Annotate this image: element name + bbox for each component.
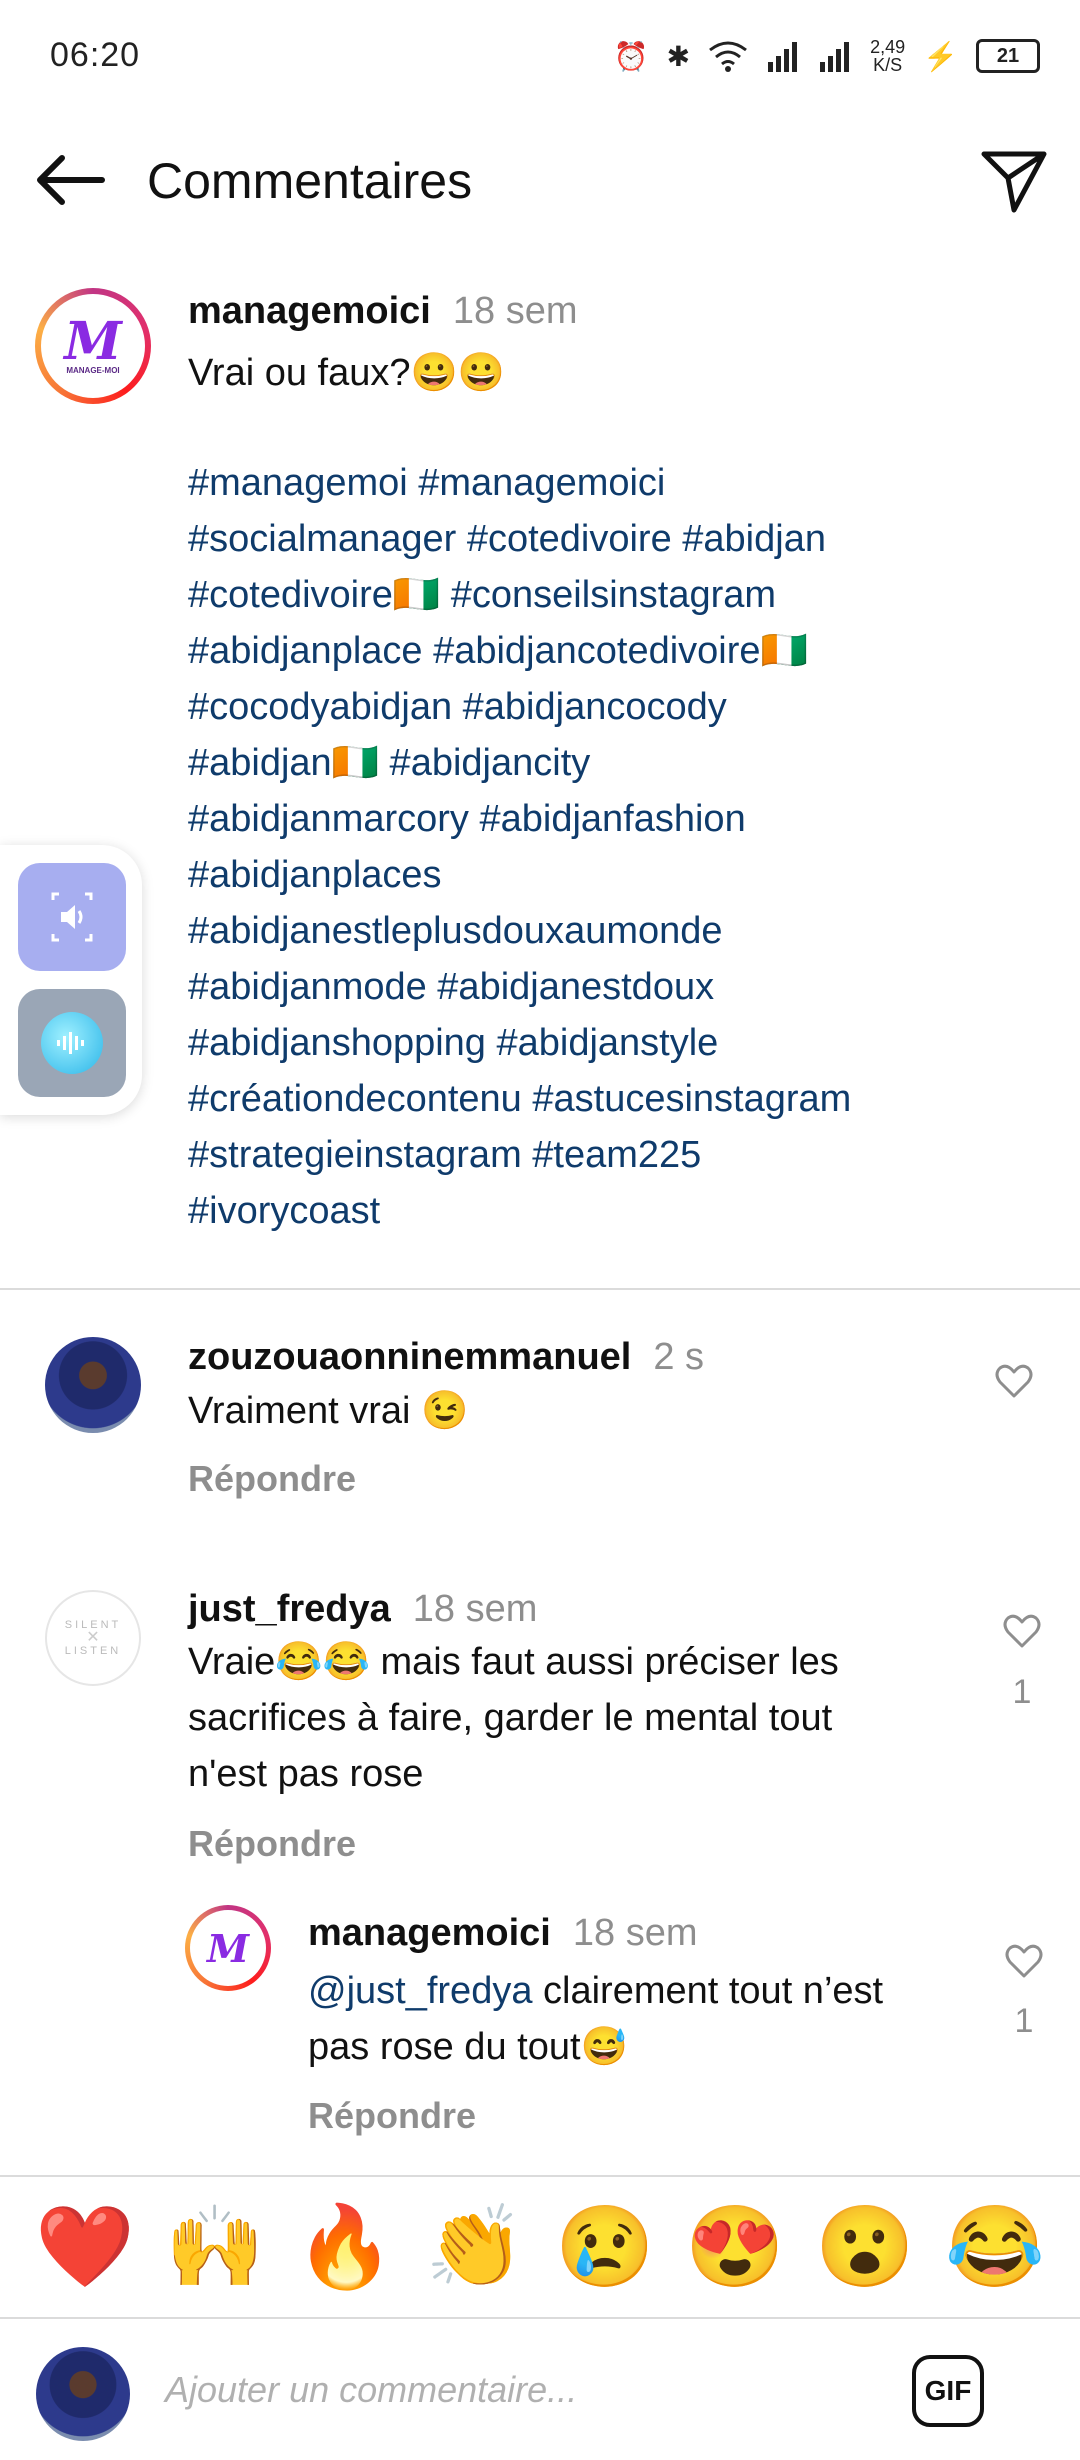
- fire-emoji[interactable]: 🔥: [295, 2207, 395, 2287]
- page-title: Commentaires: [147, 153, 473, 209]
- crying-face-emoji[interactable]: 😢: [555, 2207, 655, 2287]
- heart-eyes-emoji[interactable]: 😍: [685, 2207, 785, 2287]
- logo-text: MANAGE-MOI: [66, 365, 120, 375]
- red-heart-emoji[interactable]: ❤️: [35, 2207, 135, 2287]
- user-avatar: [36, 2347, 130, 2441]
- heart-icon[interactable]: [1004, 1942, 1044, 1982]
- comment-input-bar: Ajouter un commentaire... GIF: [0, 2317, 1080, 2460]
- hashtag-line[interactable]: #cocodyabidjan #abidjancocody: [188, 679, 851, 735]
- hashtag-line[interactable]: #abidjanestleplusdouxaumonde: [188, 903, 851, 959]
- hashtag-line[interactable]: #socialmanager #cotedivoire #abidjan: [188, 511, 851, 567]
- charging-icon: ⚡: [923, 40, 958, 72]
- back-arrow-icon[interactable]: [34, 150, 106, 210]
- commenter-avatar[interactable]: [45, 1337, 141, 1433]
- reply-line: pas rose du tout😅: [308, 2026, 628, 2068]
- hashtag-line[interactable]: #managemoi #managemoici: [188, 455, 851, 511]
- reply-header: managemoici 18 sem: [308, 1912, 698, 1955]
- like-count: 1: [1012, 1673, 1032, 1711]
- reply-button[interactable]: Répondre: [308, 2095, 476, 2137]
- post-hashtags[interactable]: #managemoi #managemoici #socialmanager #c…: [188, 455, 851, 1239]
- like-count: 1: [1014, 2002, 1034, 2040]
- speaker-icon: [51, 892, 93, 942]
- comment-text: Vraiment vrai 😉: [188, 1390, 469, 1432]
- alarm-icon: ⏰: [613, 40, 649, 72]
- comment-text: Vraie😂😂 mais faut aussi préciser les sac…: [188, 1634, 839, 1802]
- post-author-avatar[interactable]: M MANAGE-MOI: [35, 288, 151, 404]
- x-icon: ✕: [86, 1629, 100, 1646]
- floating-widget: [0, 845, 142, 1115]
- signal-icon-1: [768, 42, 798, 72]
- hashtag-line[interactable]: #abidjanshopping #abidjanstyle: [188, 1015, 851, 1071]
- comment-line: n'est pas rose: [188, 1753, 424, 1795]
- comment-header: just_fredya 18 sem: [188, 1588, 537, 1631]
- comment-username[interactable]: just_fredya: [188, 1588, 391, 1630]
- sound-button[interactable]: [18, 863, 126, 971]
- reply-line: clairement tout n’est: [532, 1970, 884, 2012]
- reply-author-avatar[interactable]: M: [185, 1905, 271, 1991]
- avatar-text-bottom: LISTEN: [64, 1645, 122, 1657]
- surprised-face-emoji[interactable]: 😮: [815, 2207, 915, 2287]
- network-speed: 2,49 K/S: [870, 37, 906, 75]
- comment-time: 18 sem: [412, 1588, 538, 1630]
- signal-icon-2: [820, 42, 850, 72]
- emoji-quick-bar: ❤️ 🙌 🔥 👏 😢 😍 😮 😂: [0, 2175, 1080, 2317]
- reply-text: @just_fredya clairement tout n’est pas r…: [308, 1963, 883, 2075]
- mention-link[interactable]: @just_fredya: [308, 1970, 532, 2012]
- tears-of-joy-emoji[interactable]: 😂: [945, 2207, 1045, 2287]
- logo-m-icon: M: [64, 310, 122, 372]
- hashtag-line[interactable]: #ivorycoast: [188, 1183, 851, 1239]
- reply-button[interactable]: Répondre: [188, 1458, 356, 1500]
- logo-m-icon: M: [206, 1925, 250, 1971]
- post-header: managemoici 18 sem: [188, 290, 578, 333]
- header: Commentaires: [0, 130, 1080, 230]
- comment-header: zouzouaonninemmanuel 2 s: [188, 1336, 704, 1379]
- hashtag-line[interactable]: #cotedivoire🇨🇮 #conseilsinstagram: [188, 567, 851, 623]
- status-time: 06:20: [50, 36, 141, 74]
- heart-icon[interactable]: [1002, 1612, 1042, 1652]
- clapping-hands-emoji[interactable]: 👏: [425, 2207, 525, 2287]
- commenter-avatar[interactable]: SILENT ✕ LISTEN: [45, 1590, 141, 1686]
- send-icon[interactable]: [978, 144, 1050, 216]
- heart-icon[interactable]: [994, 1362, 1034, 1402]
- post-time: 18 sem: [452, 290, 578, 332]
- reply-time: 18 sem: [572, 1912, 698, 1954]
- post-username[interactable]: managemoici: [188, 290, 431, 332]
- hashtag-line[interactable]: #abidjan🇨🇮 #abidjancity: [188, 735, 851, 791]
- voice-wave-icon: [41, 1012, 103, 1074]
- hashtag-line[interactable]: #strategieinstagram #team225: [188, 1127, 851, 1183]
- post-caption: Vrai ou faux?😀😀: [188, 352, 506, 394]
- battery-icon: 21: [976, 39, 1040, 73]
- hashtag-line[interactable]: #abidjanmarcory #abidjanfashion: [188, 791, 851, 847]
- bluetooth-icon: ✱: [666, 40, 691, 72]
- gif-button[interactable]: GIF: [912, 2355, 984, 2427]
- hashtag-line[interactable]: #abidjanmode #abidjanestdoux: [188, 959, 851, 1015]
- wifi-icon: [709, 41, 747, 72]
- reply-button[interactable]: Répondre: [188, 1823, 356, 1865]
- reply-username[interactable]: managemoici: [308, 1912, 551, 1954]
- hashtag-line[interactable]: #créationdecontenu #astucesinstagram: [188, 1071, 851, 1127]
- comment-line: sacrifices à faire, garder le mental tou…: [188, 1697, 833, 1739]
- voice-assistant-button[interactable]: [18, 989, 126, 1097]
- hashtag-line[interactable]: #abidjanplaces: [188, 847, 851, 903]
- comment-time: 2 s: [653, 1336, 705, 1378]
- comment-line: Vraie😂😂 mais faut aussi préciser les: [188, 1641, 839, 1683]
- hashtag-line[interactable]: #abidjanplace #abidjancotedivoire🇨🇮: [188, 623, 851, 679]
- divider: [0, 1288, 1080, 1290]
- comment-username[interactable]: zouzouaonninemmanuel: [188, 1336, 631, 1378]
- status-icons: ⏰ ✱ 2,49 K/S ⚡ 21: [614, 28, 1040, 84]
- status-bar: 06:20 ⏰ ✱ 2,49 K/S ⚡ 21: [0, 0, 1080, 110]
- raised-hands-emoji[interactable]: 🙌: [165, 2207, 265, 2287]
- comment-input[interactable]: Ajouter un commentaire...: [165, 2369, 577, 2411]
